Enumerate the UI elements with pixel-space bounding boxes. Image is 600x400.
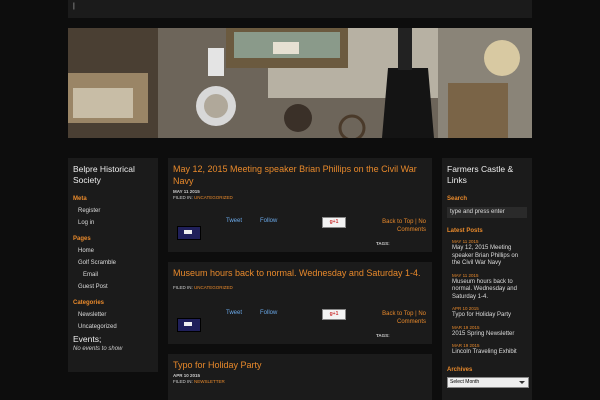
- share-icon[interactable]: [177, 318, 201, 332]
- page-link-guest-post[interactable]: Guest Post: [78, 284, 158, 290]
- top-bar-separator: |: [73, 3, 75, 10]
- filed-in-label: FILED IN:: [173, 379, 193, 384]
- right-sidebar-title[interactable]: Farmers Castle & Links: [442, 158, 532, 186]
- post-date: APR 10 2015: [173, 373, 201, 378]
- category-link-uncategorized[interactable]: Uncategorized: [78, 324, 158, 330]
- back-to-top-link[interactable]: Back to Top: [382, 219, 413, 225]
- latest-post-date: MAY 11 2015: [452, 272, 479, 278]
- post-card: Typo for Holiday Party APR 10 2015 FILED…: [168, 354, 432, 400]
- pages-widget-title: Pages: [73, 236, 91, 242]
- category-link-newsletter[interactable]: Newsletter: [78, 312, 158, 318]
- google-plus-button[interactable]: g+1: [322, 309, 346, 320]
- footer-separator: |: [415, 219, 417, 225]
- search-widget-title: Search: [447, 196, 468, 202]
- filed-in-label: FILED IN:: [173, 285, 193, 290]
- events-widget-title: Events;: [73, 334, 102, 344]
- register-link[interactable]: Register: [78, 208, 158, 214]
- categories-widget-title: Categories: [73, 300, 105, 306]
- meta-widget-title: Meta: [73, 196, 87, 202]
- latest-post-link[interactable]: May 12, 2015 Meeting speaker Brian Phill…: [452, 245, 527, 268]
- google-plus-button[interactable]: g+1: [322, 217, 346, 228]
- post-card: May 12, 2015 Meeting speaker Brian Phill…: [168, 158, 432, 252]
- site-title[interactable]: Belpre Historical Society: [68, 158, 158, 186]
- no-events-text: No events to show: [73, 346, 123, 352]
- latest-post-link[interactable]: Museum hours back to normal. Wednesday a…: [452, 279, 527, 302]
- left-sidebar: Belpre Historical Society Meta Register …: [68, 158, 158, 372]
- latest-post-date: MAR 19 2015: [452, 343, 480, 348]
- latest-post-date: APR 10 2015: [452, 306, 479, 311]
- archives-month-select[interactable]: Select Month: [447, 376, 529, 388]
- follow-button[interactable]: Follow: [260, 310, 277, 316]
- page-link-home[interactable]: Home: [78, 248, 158, 254]
- latest-post-link[interactable]: 2015 Spring Newsletter: [452, 331, 527, 339]
- post-footer-links: Back to Top | No Comments: [368, 310, 426, 326]
- latest-post-link[interactable]: Typo for Holiday Party: [452, 312, 527, 320]
- right-sidebar: Farmers Castle & Links Search type and p…: [442, 158, 532, 400]
- post-tags-label: TAGS:: [376, 333, 390, 338]
- latest-post-date: MAY 11 2015: [452, 239, 479, 244]
- post-filed-in: FILED IN: UNCATEGORIZED: [173, 285, 432, 290]
- post-share-bar: Tweet Follow g+1 Back to Top | No Commen…: [168, 214, 432, 246]
- post-category-link[interactable]: NEWSLETTER: [194, 379, 225, 384]
- follow-button[interactable]: Follow: [260, 218, 277, 224]
- page-link-email[interactable]: Email: [83, 272, 158, 278]
- share-icon[interactable]: [177, 226, 201, 240]
- latest-post-link[interactable]: Lincoln Traveling Exhibit: [452, 349, 527, 357]
- latest-post-date: MAR 19 2015: [452, 324, 480, 330]
- post-filed-in: FILED IN: UNCATEGORIZED: [173, 195, 432, 200]
- top-navigation-bar: |: [68, 0, 532, 18]
- header-banner-image: [68, 28, 532, 138]
- login-link[interactable]: Log in: [78, 220, 158, 226]
- post-footer-links: Back to Top | No Comments: [368, 218, 426, 234]
- footer-separator: |: [415, 311, 417, 317]
- post-category-link[interactable]: UNCATEGORIZED: [194, 285, 233, 290]
- tweet-button[interactable]: Tweet: [226, 310, 242, 316]
- post-filed-in: FILED IN: NEWSLETTER: [173, 379, 432, 384]
- post-title-link[interactable]: Typo for Holiday Party: [173, 360, 262, 370]
- archives-widget-title: Archives: [447, 366, 473, 373]
- tweet-button[interactable]: Tweet: [226, 218, 242, 224]
- post-tags-label: TAGS:: [376, 241, 390, 246]
- latest-posts-title: Latest Posts: [447, 228, 483, 234]
- page-link-golf-scramble[interactable]: Golf Scramble: [78, 260, 158, 266]
- post-card: Museum hours back to normal. Wednesday a…: [168, 262, 432, 344]
- post-category-link[interactable]: UNCATEGORIZED: [194, 195, 233, 200]
- search-input[interactable]: type and press enter: [447, 207, 527, 218]
- post-title-link[interactable]: Museum hours back to normal. Wednesday a…: [173, 268, 420, 278]
- post-share-bar: Tweet Follow g+1 Back to Top | No Commen…: [168, 308, 432, 338]
- post-date: MAY 11 2015: [173, 189, 200, 194]
- back-to-top-link[interactable]: Back to Top: [382, 311, 413, 317]
- filed-in-label: FILED IN:: [173, 195, 193, 200]
- post-title-link[interactable]: May 12, 2015 Meeting speaker Brian Phill…: [173, 164, 417, 186]
